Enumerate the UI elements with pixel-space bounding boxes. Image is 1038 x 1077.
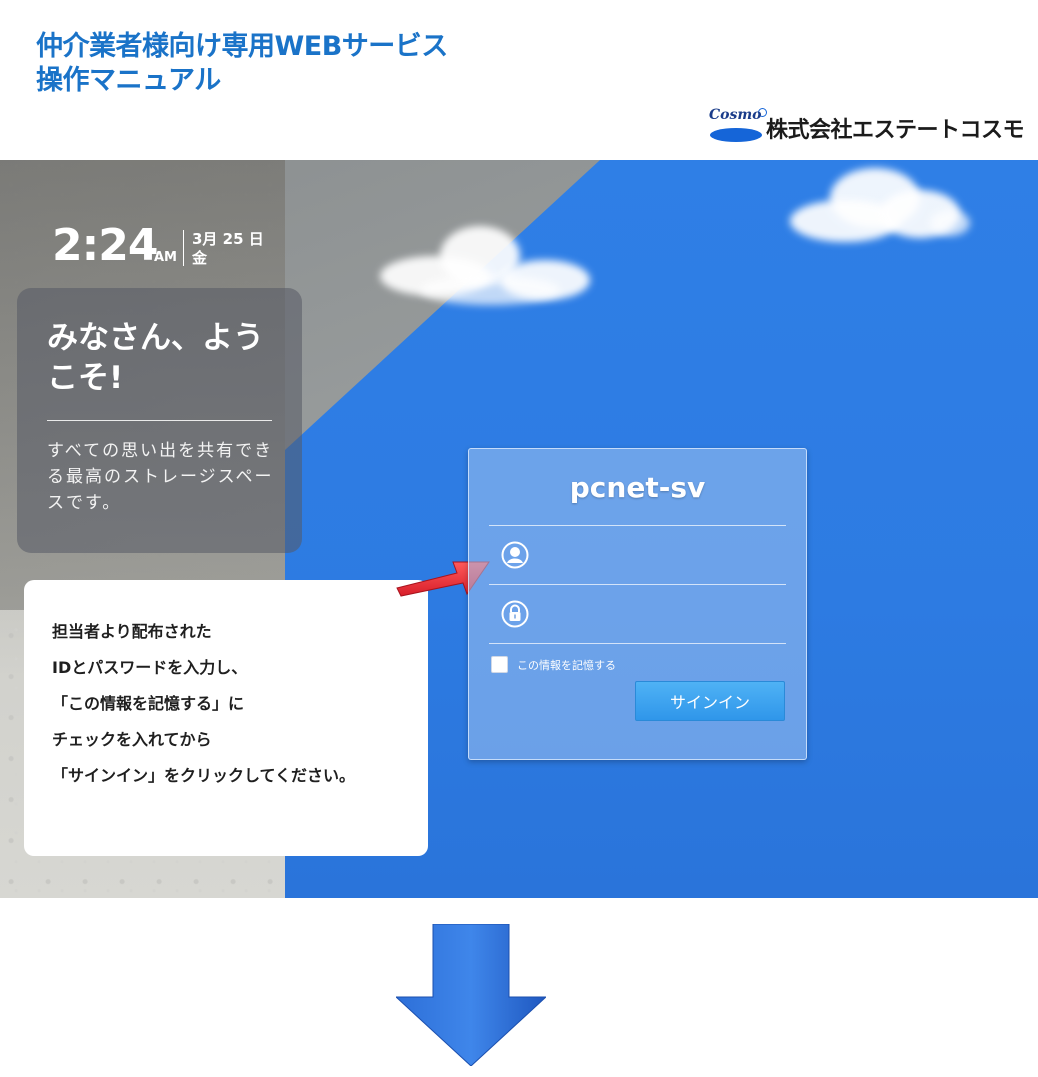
login-panel: pcnet-sv この情報を記憶する サインイン	[468, 448, 807, 760]
password-input[interactable]	[539, 597, 779, 633]
lock-icon	[501, 600, 529, 628]
user-icon	[501, 541, 529, 569]
welcome-panel: みなさん、ようこそ! すべての思い出を共有できる最高のストレージスペースです。	[17, 288, 302, 553]
company-logo: Cosmo 株式会社エステートコスモ	[706, 106, 1025, 148]
login-separator-bottom	[489, 643, 786, 644]
welcome-title: みなさん、ようこそ!	[47, 320, 264, 396]
username-field[interactable]	[489, 526, 786, 584]
company-name: 株式会社エステートコスモ	[766, 118, 1025, 143]
welcome-text: すべての思い出を共有できる最高のストレージスペースです。	[47, 441, 274, 513]
password-field[interactable]	[489, 585, 786, 643]
remember-label: この情報を記憶する	[517, 659, 616, 672]
logo-word: Cosmo	[709, 107, 762, 123]
instruction-callout: 担当者より配布された IDとパスワードを入力し、 「この情報を記憶する」に チェ…	[24, 580, 428, 856]
clock-ampm: AM	[154, 250, 177, 265]
down-arrow-icon	[396, 924, 546, 1066]
document-title: 仲介業者様向け専用WEBサービス 操作マニュアル	[36, 30, 448, 98]
clock-weekday: 金	[192, 249, 208, 267]
signin-button[interactable]: サインイン	[635, 681, 785, 721]
nas-login-screen: 2:24 AM 3月 25 日 金 みなさん、ようこそ! すべての思い出を共有で…	[0, 160, 1038, 898]
document-title-line1: 仲介業者様向け専用WEBサービス	[36, 31, 448, 62]
clock-date: 3月 25 日	[192, 230, 264, 248]
username-input[interactable]	[539, 538, 779, 574]
login-host-name: pcnet-sv	[569, 471, 706, 504]
cosmo-logo-icon: Cosmo	[706, 106, 768, 146]
welcome-divider	[47, 420, 272, 421]
instruction-text: 担当者より配布された IDとパスワードを入力し、 「この情報を記憶する」に チェ…	[52, 622, 356, 785]
remember-checkbox[interactable]	[491, 656, 508, 673]
clock-time: 2:24	[52, 220, 158, 271]
clock-divider	[183, 230, 184, 266]
document-title-line2: 操作マニュアル	[36, 65, 221, 96]
